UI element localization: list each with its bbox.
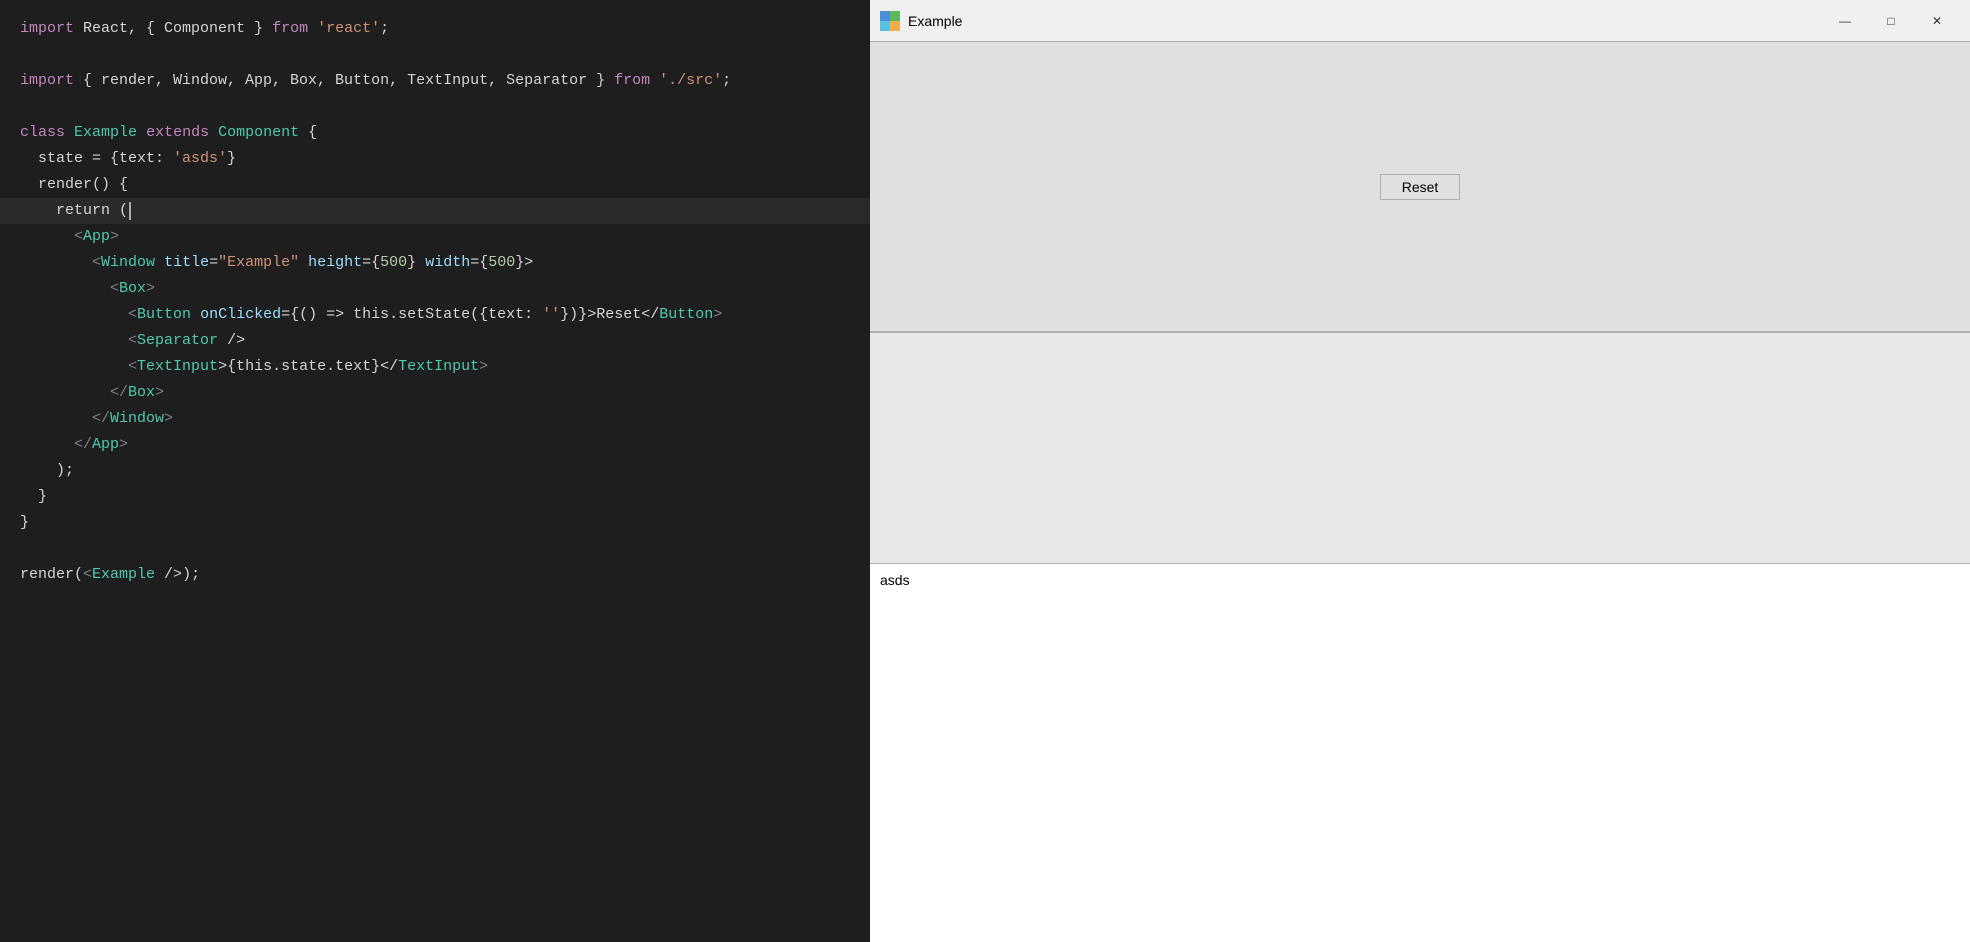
window-content: Reset asds xyxy=(870,42,1970,942)
code-line: render() { xyxy=(0,172,870,198)
code-line: </App> xyxy=(0,432,870,458)
code-line xyxy=(0,42,870,68)
app-window: Example — □ ✕ Reset asds xyxy=(870,0,1970,942)
code-line xyxy=(0,536,870,562)
code-line: import React, { Component } from 'react'… xyxy=(0,16,870,42)
code-line: return ( xyxy=(0,198,870,224)
code-line: state = {text: 'asds'} xyxy=(0,146,870,172)
code-line: <Button onClicked={() => this.setState({… xyxy=(0,302,870,328)
middle-area xyxy=(870,333,1970,563)
code-line: class Example extends Component { xyxy=(0,120,870,146)
code-line: <Separator /> xyxy=(0,328,870,354)
code-line: <App> xyxy=(0,224,870,250)
code-line: } xyxy=(0,510,870,536)
code-line: <TextInput>{this.state.text}</TextInput> xyxy=(0,354,870,380)
code-editor: import React, { Component } from 'react'… xyxy=(0,0,870,942)
code-line xyxy=(0,94,870,120)
minimize-button[interactable]: — xyxy=(1822,0,1868,42)
code-line: </Box> xyxy=(0,380,870,406)
code-line: } xyxy=(0,484,870,510)
window-controls: — □ ✕ xyxy=(1822,0,1960,42)
code-line: <Window title="Example" height={500} wid… xyxy=(0,250,870,276)
maximize-button[interactable]: □ xyxy=(1868,0,1914,42)
code-line: ); xyxy=(0,458,870,484)
reset-button[interactable]: Reset xyxy=(1380,174,1460,200)
text-input-display[interactable]: asds xyxy=(870,563,1970,942)
app-icon xyxy=(880,11,900,31)
code-line: </Window> xyxy=(0,406,870,432)
title-bar: Example — □ ✕ xyxy=(870,0,1970,42)
code-line: <Box> xyxy=(0,276,870,302)
code-line: import { render, Window, App, Box, Butto… xyxy=(0,68,870,94)
button-area: Reset xyxy=(870,42,1970,332)
window-title: Example xyxy=(908,13,1822,29)
code-line: render(<Example />); xyxy=(0,562,870,588)
close-button[interactable]: ✕ xyxy=(1914,0,1960,42)
